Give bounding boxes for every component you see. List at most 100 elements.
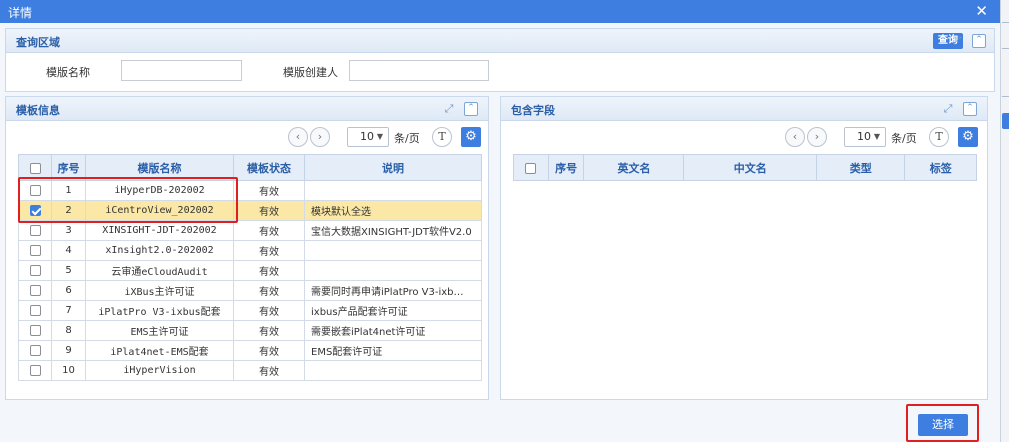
row-number: 6 (51, 280, 86, 301)
column-header: 英文名 (583, 154, 685, 181)
table-row[interactable]: 6 iXBus主许可证 有效 需要同时再申请iPlatPro V3-ixb… (18, 280, 482, 301)
query-panel-title: 查询区域 (16, 36, 60, 49)
template-status-cell: 有效 (233, 180, 305, 201)
table-row[interactable]: 1 iHyperDB-202002 有效 (18, 180, 482, 201)
row-checkbox[interactable] (29, 264, 41, 276)
next-page-button[interactable]: › (310, 127, 330, 147)
query-panel: 查询区域 查询 ⤢ ⌃ 模版名称 模版创建人 (5, 28, 995, 92)
page-size-unit: 条/页 (891, 132, 917, 145)
gear-icon[interactable]: ⚙ (958, 127, 978, 147)
dialog-title: 详情 (8, 6, 33, 20)
row-number: 2 (51, 200, 86, 221)
table-row[interactable]: 8 EMS主许可证 有效 需要嵌套iPlat4net许可证 (18, 320, 482, 341)
row-select-cell[interactable] (18, 280, 52, 301)
fields-table: 序号 英文名 中文名 类型 标签 (513, 154, 977, 181)
template-panel-header: 模板信息 ⤢ ⌃ (6, 97, 488, 121)
template-status-cell: 有效 (233, 320, 305, 341)
page-size-select[interactable]: 10 ▼ (347, 127, 389, 147)
select-all-checkbox[interactable] (525, 162, 537, 174)
template-name-cell: iHyperVision (85, 360, 234, 381)
table-row[interactable]: 9 iPlat4net-EMS配套 有效 EMS配套许可证 (18, 340, 482, 361)
select-all-checkbox[interactable] (29, 162, 41, 174)
column-header: 中文名 (683, 154, 818, 181)
table-row[interactable]: 3 XINSIGHT-JDT-202002 有效 宝信大数据XINSIGHT-JDT软… (18, 220, 482, 241)
template-desc-cell: ixbus产品配套许可证 (304, 300, 482, 321)
expand-icon[interactable]: ⤢ (442, 102, 456, 116)
fields-pager: ‹ › 10 ▼ 条/页 T ⚙ (783, 127, 983, 149)
collapse-icon[interactable]: ⌃ (464, 102, 478, 116)
template-desc-cell: 宝信大数据XINSIGHT-JDT软件V2.0 (304, 220, 482, 241)
chevron-down-icon: ▼ (376, 132, 383, 141)
table-row[interactable]: 10 iHyperVision 有效 (18, 360, 482, 381)
collapse-icon[interactable]: ⌃ (972, 34, 986, 48)
text-toggle-button[interactable]: T (929, 127, 949, 147)
page-size-value: 10 (857, 130, 871, 143)
row-number: 1 (51, 180, 86, 201)
template-name-cell: iCentroView_202002 (85, 200, 234, 221)
template-name-input[interactable] (121, 60, 242, 81)
row-checkbox[interactable] (29, 344, 41, 356)
row-checkbox[interactable] (29, 224, 41, 236)
prev-page-button[interactable]: ‹ (785, 127, 805, 147)
column-header: 类型 (816, 154, 906, 181)
expand-icon[interactable]: ⤢ (941, 102, 955, 116)
row-checkbox[interactable] (29, 244, 41, 256)
row-checkbox[interactable] (29, 324, 41, 336)
prev-page-button[interactable]: ‹ (288, 127, 308, 147)
template-name-cell: XINSIGHT-JDT-202002 (85, 220, 234, 241)
gear-icon[interactable]: ⚙ (461, 127, 481, 147)
fields-panel: 包含字段 ⤢ ⌃ ‹ › 10 ▼ 条/页 T ⚙ 序号 英文名 中文名 类型 标… (500, 96, 988, 400)
close-icon[interactable]: ✕ (975, 2, 988, 20)
template-name-cell: iPlatPro V3-ixbus配套 (85, 300, 234, 321)
template-status-cell: 有效 (233, 260, 305, 281)
template-status-cell: 有效 (233, 220, 305, 241)
row-select-cell[interactable] (18, 260, 52, 281)
template-desc-cell (304, 260, 482, 281)
column-header: 说明 (304, 154, 482, 181)
column-header: 序号 (547, 154, 585, 181)
template-table: 序号 模版名称 模板状态 说明 1 iHyperDB-202002 有效 2 iCent… (18, 154, 482, 381)
row-select-cell[interactable] (18, 320, 52, 341)
template-name-cell: iXBus主许可证 (85, 280, 234, 301)
template-panel: 模板信息 ⤢ ⌃ ‹ › 10 ▼ 条/页 T ⚙ 序号 模版名称 模板状态 说明 (5, 96, 489, 400)
page-size-select[interactable]: 10 ▼ (844, 127, 886, 147)
select-button[interactable]: 选择 (918, 414, 968, 436)
row-select-cell[interactable] (18, 300, 52, 321)
fields-panel-header: 包含字段 ⤢ ⌃ (501, 97, 987, 121)
text-toggle-button[interactable]: T (432, 127, 452, 147)
row-checkbox[interactable] (29, 204, 41, 216)
collapse-icon[interactable]: ⌃ (963, 102, 977, 116)
row-checkbox[interactable] (29, 284, 41, 296)
table-row[interactable]: 7 iPlatPro V3-ixbus配套 有效 ixbus产品配套许可证 (18, 300, 482, 321)
row-checkbox[interactable] (29, 364, 41, 376)
template-name-cell: iPlat4net-EMS配套 (85, 340, 234, 361)
template-name-label: 模版名称 (46, 66, 90, 79)
page-size-value: 10 (360, 130, 374, 143)
template-desc-cell: 需要同时再申请iPlatPro V3-ixb… (304, 280, 482, 301)
table-row[interactable]: 4 xInsight2.0-202002 有效 (18, 240, 482, 261)
row-select-cell[interactable] (18, 360, 52, 381)
template-status-cell: 有效 (233, 360, 305, 381)
table-row[interactable]: 2 iCentroView_202002 有效 模块默认全选 (18, 200, 482, 221)
row-select-cell[interactable] (18, 180, 52, 201)
next-page-button[interactable]: › (807, 127, 827, 147)
expand-icon[interactable]: ⤢ (950, 34, 964, 48)
row-select-cell[interactable] (18, 200, 52, 221)
background-window-edge (1000, 0, 1009, 442)
divider (1002, 48, 1009, 49)
page-size-unit: 条/页 (394, 132, 420, 145)
select-all-header[interactable] (513, 154, 549, 181)
row-checkbox[interactable] (29, 184, 41, 196)
template-pager: ‹ › 10 ▼ 条/页 T ⚙ (286, 127, 486, 149)
row-select-cell[interactable] (18, 340, 52, 361)
table-row[interactable]: 5 云审通eCloudAudit 有效 (18, 260, 482, 281)
row-select-cell[interactable] (18, 220, 52, 241)
row-checkbox[interactable] (29, 304, 41, 316)
template-creator-input[interactable] (349, 60, 489, 81)
template-status-cell: 有效 (233, 200, 305, 221)
row-select-cell[interactable] (18, 240, 52, 261)
select-all-header[interactable] (18, 154, 52, 181)
fields-panel-title: 包含字段 (511, 104, 555, 117)
query-panel-header: 查询区域 查询 ⤢ ⌃ (6, 29, 994, 53)
row-number: 5 (51, 260, 86, 281)
